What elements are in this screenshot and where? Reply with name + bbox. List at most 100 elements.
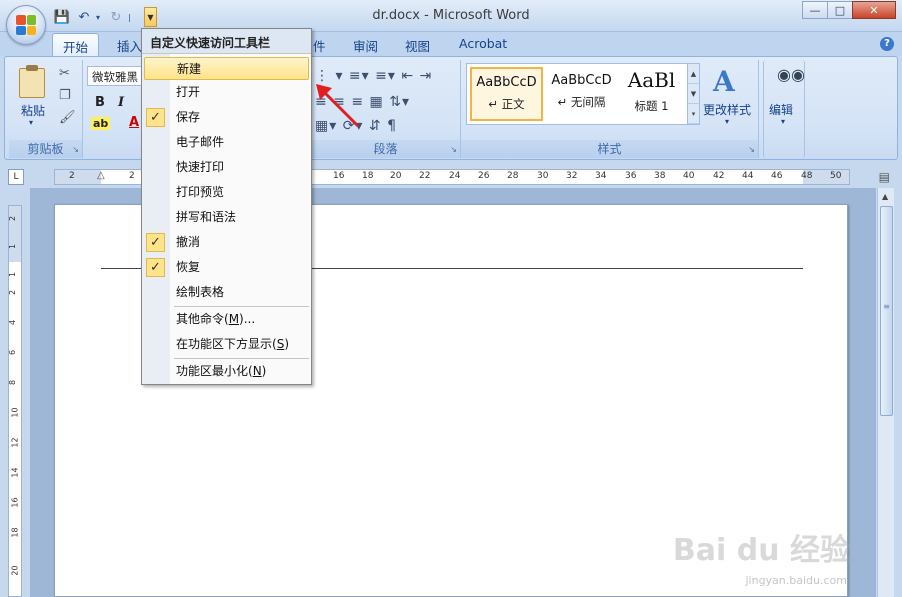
- menu-item-minimize-ribbon[interactable]: 功能区最小化(N): [144, 360, 309, 383]
- copy-icon[interactable]: ❐: [59, 88, 71, 103]
- tab-acrobat[interactable]: Acrobat: [459, 36, 507, 51]
- editing-dropdown-icon[interactable]: ▾: [781, 117, 785, 126]
- font-color-button[interactable]: A: [129, 115, 139, 130]
- menu-title: 自定义快速访问工具栏: [142, 29, 311, 54]
- menu-item-spelling[interactable]: 拼写和语法: [144, 206, 309, 229]
- ruler-mark: 30: [537, 171, 549, 181]
- customize-dropdown-icon[interactable]: ▼: [144, 7, 157, 27]
- scroll-thumb[interactable]: ≡: [880, 206, 893, 416]
- menu-item-redo[interactable]: ✓ 恢复: [144, 256, 309, 279]
- undo-icon[interactable]: ↶: [74, 8, 94, 26]
- menu-item-label: 撤消: [176, 235, 201, 249]
- bold-button[interactable]: B: [95, 95, 105, 110]
- check-icon: ✓: [146, 258, 165, 277]
- styles-launcher-icon[interactable]: ↘: [748, 145, 755, 154]
- ruler-mark: 32: [566, 171, 578, 181]
- menu-item-open[interactable]: 打开: [144, 81, 309, 104]
- style-normal[interactable]: AaBbCcD ↵ 正文: [470, 67, 543, 121]
- menu-item-label: 新建: [177, 62, 202, 76]
- menu-item-print-preview[interactable]: 打印预览: [144, 181, 309, 204]
- vruler-mark: 12: [10, 437, 20, 448]
- style-heading-1[interactable]: AaBl 标题 1: [619, 67, 684, 121]
- indent-marker-icon[interactable]: △: [97, 170, 105, 181]
- chevron-up-icon[interactable]: ▲: [688, 64, 699, 84]
- maximize-icon[interactable]: □: [827, 1, 853, 19]
- undo-dropdown-icon[interactable]: ▾: [96, 13, 104, 22]
- menu-item-show-below-ribbon[interactable]: 在功能区下方显示(S): [144, 333, 309, 356]
- tab-mailings[interactable]: 件: [313, 36, 326, 55]
- change-styles-icon[interactable]: A: [713, 65, 735, 98]
- vruler-mark: 2: [8, 289, 18, 296]
- cut-icon[interactable]: ✂: [59, 66, 70, 81]
- menu-item-email[interactable]: 电子邮件: [144, 131, 309, 154]
- menu-item-draw-table[interactable]: 绘制表格: [144, 281, 309, 304]
- paste-icon[interactable]: [19, 65, 45, 98]
- help-icon[interactable]: ?: [880, 37, 894, 51]
- tab-insert[interactable]: 插入: [117, 36, 142, 55]
- check-icon: ✓: [146, 108, 165, 127]
- menu-item-label: 功能区最小化(: [176, 364, 253, 378]
- menu-item-new[interactable]: 新建: [144, 57, 309, 80]
- italic-button[interactable]: I: [118, 95, 124, 110]
- vruler-mark: 20: [10, 565, 20, 576]
- menu-item-label: 绘制表格: [176, 285, 225, 299]
- vruler-mark: 14: [10, 467, 20, 478]
- menu-accelerator: M: [228, 312, 240, 326]
- clipboard-group: 粘贴 ▾ ✂ ❐ 🖌 剪贴板 ↘: [9, 60, 83, 158]
- menu-item-label: 打开: [176, 85, 201, 99]
- tab-view[interactable]: 视图: [405, 36, 430, 55]
- highlight-icon[interactable]: ab: [91, 117, 111, 130]
- format-painter-icon[interactable]: 🖌: [59, 110, 76, 125]
- ruler-mark: 18: [362, 171, 374, 181]
- paragraph-group-label: 段落: [311, 140, 460, 158]
- menu-item-undo[interactable]: ✓ 撤消: [144, 231, 309, 254]
- paragraph-launcher-icon[interactable]: ↘: [450, 145, 457, 154]
- menu-item-label: 恢复: [176, 260, 201, 274]
- menu-item-label: 在功能区下方显示(: [176, 337, 277, 351]
- vruler-mark: 8: [8, 379, 18, 386]
- tab-review[interactable]: 审阅: [353, 36, 378, 55]
- clipboard-launcher-icon[interactable]: ↘: [72, 145, 79, 154]
- menu-item-label-tail: )...: [239, 312, 256, 326]
- style-no-spacing[interactable]: AaBbCcD ↵ 无间隔: [545, 67, 618, 121]
- close-icon[interactable]: ✕: [852, 1, 896, 19]
- styles-gallery-scroll[interactable]: ▲ ▼ ▾: [687, 63, 700, 125]
- editing-button[interactable]: 编辑: [769, 101, 793, 118]
- more-icon[interactable]: ▾: [688, 104, 699, 124]
- menu-item-more-commands[interactable]: 其他命令(M)...: [144, 308, 309, 331]
- ribbon-tabs: 开始 插入 件 审阅 视图 Acrobat: [0, 32, 902, 57]
- binoculars-icon[interactable]: ◉◉: [777, 65, 805, 84]
- vruler-mark: 1: [8, 271, 18, 278]
- redo-icon[interactable]: ↻: [106, 8, 126, 26]
- menu-accelerator: N: [252, 364, 262, 378]
- vruler-mark: 18: [10, 527, 20, 538]
- scroll-up-icon[interactable]: ▲: [882, 192, 888, 201]
- ruler-mark: 34: [595, 171, 607, 181]
- menu-item-save[interactable]: ✓ 保存: [144, 106, 309, 129]
- paste-button[interactable]: 粘贴: [21, 102, 45, 119]
- view-ruler-icon[interactable]: ▤: [879, 170, 890, 184]
- tab-selector[interactable]: L: [8, 169, 24, 185]
- style-sample: AaBbCcD: [476, 75, 537, 90]
- menu-item-quick-print[interactable]: 快速打印: [144, 156, 309, 179]
- paste-dropdown-icon[interactable]: ▾: [29, 118, 33, 127]
- style-name: 标题 1: [634, 99, 669, 113]
- window-controls: — □ ✕: [802, 1, 896, 19]
- ruler-mark: 50: [830, 171, 842, 181]
- save-icon[interactable]: 💾: [52, 8, 72, 26]
- ruler-mark: 26: [478, 171, 490, 181]
- menu-separator: [174, 306, 309, 307]
- change-styles-dropdown-icon[interactable]: ▾: [725, 117, 729, 126]
- tab-home[interactable]: 开始: [52, 33, 100, 57]
- menu-item-label-tail: ): [261, 364, 267, 378]
- title-bar: 💾 ↶ ▾ ↻ | ▼ dr.docx - Microsoft Word — □…: [0, 0, 902, 32]
- font-name-box[interactable]: 微软雅黑: [87, 66, 145, 86]
- minimize-icon[interactable]: —: [802, 1, 828, 19]
- vertical-ruler[interactable]: 2 1 1 2 4 6 8 10 12 14 16 18 20: [8, 205, 22, 597]
- change-styles-button[interactable]: 更改样式: [703, 101, 751, 118]
- ruler-mark: 42: [713, 171, 725, 181]
- chevron-down-icon[interactable]: ▼: [688, 84, 699, 104]
- ruler-margin-left: [55, 170, 101, 184]
- vertical-scrollbar[interactable]: ▲ ≡: [877, 188, 894, 597]
- office-button[interactable]: [6, 5, 46, 45]
